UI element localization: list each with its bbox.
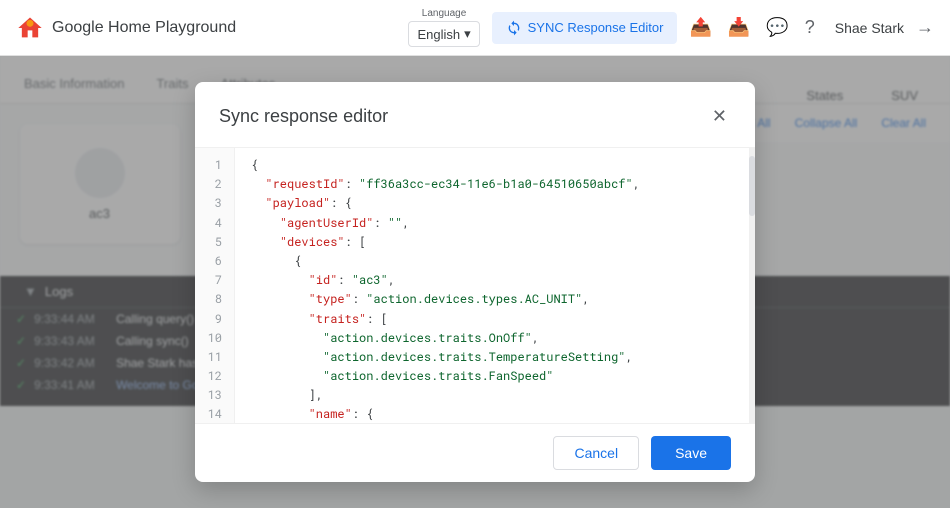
modal-close-button[interactable]: ✕ (708, 102, 731, 131)
language-dropdown[interactable]: English ▾ (408, 21, 479, 47)
sync-btn-label: SYNC Response Editor (528, 20, 664, 35)
user-name: Shae Stark (835, 20, 904, 36)
modal-footer: Cancel Save (195, 423, 755, 482)
home-icon (16, 14, 44, 42)
download-icon[interactable]: 📥 (728, 17, 750, 38)
app-name: Google Home Playground (52, 19, 236, 37)
logout-icon[interactable]: → (916, 17, 934, 38)
code-editor[interactable]: { "requestId": "ff36a3cc-ec34-11e6-b1a0-… (235, 148, 749, 423)
topbar: Google Home Playground Language English … (0, 0, 950, 56)
save-button[interactable]: Save (651, 436, 731, 470)
modal-title: Sync response editor (219, 106, 388, 127)
sync-response-editor-modal: Sync response editor ✕ 1234 5678 9101112… (195, 82, 755, 482)
modal-body: 1234 5678 9101112 13141516 { "requestId"… (195, 148, 755, 423)
language-selector: Language English ▾ (408, 8, 479, 47)
line-numbers: 1234 5678 9101112 13141516 (195, 148, 235, 423)
cancel-button[interactable]: Cancel (553, 436, 639, 470)
main-area: Basic Information Traits Attributes Stat… (0, 56, 950, 508)
modal-overlay: Sync response editor ✕ 1234 5678 9101112… (0, 56, 950, 508)
app-logo: Google Home Playground (16, 14, 236, 42)
language-label: Language (422, 8, 467, 19)
sync-icon (506, 20, 522, 36)
help-icon[interactable]: ? (805, 17, 815, 38)
scrollbar[interactable] (749, 148, 755, 423)
topbar-icons: 📤 📥 💬 ? (689, 17, 814, 38)
message-icon[interactable]: 💬 (766, 17, 788, 38)
scrollbar-thumb (749, 156, 755, 216)
upload-icon[interactable]: 📤 (689, 17, 711, 38)
chevron-down-icon: ▾ (464, 26, 471, 42)
modal-header: Sync response editor ✕ (195, 82, 755, 148)
sync-response-editor-button[interactable]: SYNC Response Editor (492, 12, 678, 44)
language-value: English (417, 27, 460, 42)
